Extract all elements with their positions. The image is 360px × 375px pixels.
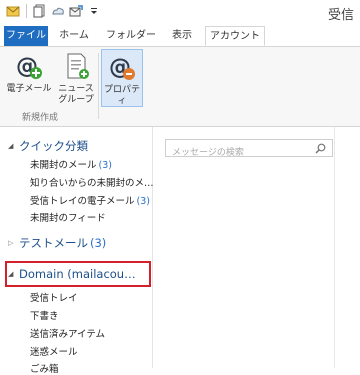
unread-count: (3): [98, 160, 112, 171]
folder-deleted-items[interactable]: ごみ箱: [30, 361, 59, 375]
tab-view[interactable]: 表示: [163, 26, 201, 46]
highlight-box: [5, 261, 151, 287]
quick-view-item-inbox-mail[interactable]: 受信トレイの電子メール (3): [30, 193, 150, 207]
quick-view-item-unread-mail[interactable]: 未開封のメール (3): [30, 157, 112, 171]
collapsed-triangle-icon[interactable]: ▷: [8, 239, 15, 247]
quick-views-label: クイック分類: [19, 139, 88, 153]
newsgroup-button[interactable]: ニュース グループ: [54, 51, 98, 106]
new-document-icon[interactable]: [33, 4, 47, 18]
search-box: [165, 139, 333, 161]
properties-button[interactable]: @ プロパティ: [101, 49, 143, 107]
unread-count: (3): [90, 236, 107, 250]
dropdown-arrow-icon[interactable]: [87, 4, 101, 18]
folder-junk[interactable]: 迷惑メール: [30, 344, 78, 358]
search-icon[interactable]: [315, 143, 326, 154]
test-mail-label: テストメール: [19, 236, 88, 250]
properties-label: プロパティ: [103, 85, 140, 106]
pane-divider: [334, 127, 335, 368]
newsgroup-icon: [67, 53, 89, 79]
folder-pane: ◢ クイック分類 未開封のメール (3) 知り合いからの未開封のメ… 受信トレイの…: [0, 127, 154, 375]
window-title: 受信: [327, 8, 354, 23]
test-mail-account[interactable]: ▷ テストメール (3): [8, 235, 106, 251]
email-account-icon: @: [16, 54, 42, 79]
tab-folder[interactable]: フォルダー: [104, 26, 158, 46]
search-input[interactable]: [166, 145, 312, 161]
ribbon-group-divider: [98, 53, 99, 119]
item-label: 知り合いからの未開封のメ…: [30, 178, 154, 189]
item-label: 未開封のメール: [30, 160, 97, 171]
quick-access-toolbar: [6, 4, 101, 18]
unread-count: (3): [136, 196, 150, 207]
qat-separator: [26, 4, 27, 18]
tab-account[interactable]: アカウント: [205, 26, 265, 46]
email-send-icon[interactable]: [69, 4, 83, 18]
email-account-label: 電子メール: [6, 84, 52, 94]
item-label: 未開封のフィード: [30, 213, 106, 224]
expanded-triangle-icon[interactable]: ◢: [8, 142, 15, 150]
quick-view-item-unread-from-contacts[interactable]: 知り合いからの未開封のメ…: [30, 175, 154, 189]
cloud-icon[interactable]: [51, 4, 65, 18]
ribbon-group-label: 新規作成: [22, 113, 59, 123]
message-list-pane: [153, 127, 360, 368]
properties-icon: @: [109, 55, 135, 80]
tab-home[interactable]: ホーム: [52, 26, 96, 46]
tab-file[interactable]: ファイル: [4, 26, 48, 46]
folder-sent-items[interactable]: 送信済みアイテム: [30, 326, 105, 340]
quick-views-header[interactable]: ◢ クイック分類: [8, 138, 88, 154]
ribbon: @ 電子メール ニュース グループ @ プロパティ 新規作成: [0, 47, 360, 127]
ribbon-tabs: ファイル ホーム フォルダー 表示 アカウント: [0, 26, 360, 47]
item-label: 受信トレイの電子メール: [30, 196, 135, 207]
folder-drafts[interactable]: 下書き: [30, 308, 59, 322]
title-bar: 受信: [0, 0, 360, 26]
newsgroup-label: ニュース グループ: [58, 84, 94, 105]
folder-inbox[interactable]: 受信トレイ: [30, 290, 78, 304]
email-account-button[interactable]: @ 電子メール: [6, 51, 52, 95]
quick-view-item-unread-feeds[interactable]: 未開封のフィード: [30, 210, 106, 224]
mail-app-icon[interactable]: [6, 4, 20, 18]
